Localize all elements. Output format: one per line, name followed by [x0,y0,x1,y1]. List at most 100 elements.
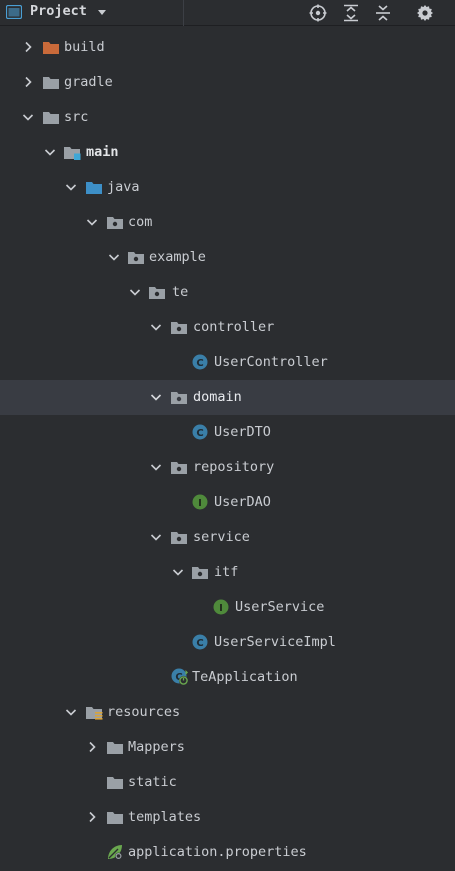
collapse-all-icon [376,5,390,21]
chevron-down-icon[interactable] [65,181,77,193]
folder-icon [43,112,59,124]
excluded-folder-icon [43,42,59,54]
folder-icon [107,777,123,789]
collapse-all-button[interactable] [373,3,393,23]
tree-node-com[interactable]: com [0,205,455,240]
tree-node-userdto[interactable]: C UserDTO [0,415,455,450]
project-view-title[interactable]: Project [30,3,87,19]
package-icon [171,322,187,334]
tree-node-gradle[interactable]: gradle [0,65,455,100]
tree-node-usercontroller[interactable]: C UserController [0,345,455,380]
tree-node-te[interactable]: te [0,275,455,310]
tree-node-label: main [86,144,119,160]
tree-node-label: java [107,179,140,195]
chevron-down-icon[interactable] [150,391,162,403]
chevron-down-icon[interactable] [96,6,108,18]
tree-node-resources[interactable]: resources [0,695,455,730]
tree-node-label: UserService [235,599,325,615]
tree-node-label: static [128,774,177,790]
tree-node-label: example [149,249,206,265]
class-icon: C [192,634,208,650]
tree-node-userdao[interactable]: I UserDAO [0,485,455,520]
tree-node-build[interactable]: build [0,30,455,65]
chevron-right-icon[interactable] [22,41,34,53]
package-icon [171,532,187,544]
tree-node-label: domain [193,389,242,405]
svg-text:I: I [198,498,202,509]
chevron-down-icon[interactable] [172,566,184,578]
tree-node-label: itf [214,564,239,580]
package-icon [128,252,144,264]
resources-folder-icon [86,707,103,720]
interface-icon: I [213,599,229,615]
sources-folder-icon [86,182,102,194]
svg-text:C: C [196,428,203,439]
settings-button[interactable] [415,3,435,23]
locate-button[interactable] [308,3,328,23]
tree-node-label: repository [193,459,275,475]
tree-node-label: com [128,214,153,230]
chevron-right-icon[interactable] [22,76,34,88]
source-root-module-icon [64,147,81,160]
expand-all-button[interactable] [341,3,361,23]
tree-node-example[interactable]: example [0,240,455,275]
panel-icon [6,5,22,19]
chevron-down-icon[interactable] [150,461,162,473]
chevron-right-icon[interactable] [86,741,98,753]
locate-icon [309,4,327,22]
tree-node-repository[interactable]: repository [0,450,455,485]
tree-node-static[interactable]: static [0,765,455,800]
tree-node-label: service [193,529,250,545]
tree-node-label: controller [193,319,275,335]
tree-node-java[interactable]: java [0,170,455,205]
tree-node-label: UserController [214,354,328,370]
tree-node-label: build [64,39,105,55]
tree-node-label: resources [107,704,181,720]
interface-icon: I [192,494,208,510]
tree-node-label: Mappers [128,739,185,755]
tree-node-main[interactable]: main [0,135,455,170]
tree-node-templates[interactable]: templates [0,800,455,835]
chevron-down-icon[interactable] [65,706,77,718]
tree-node-service[interactable]: service [0,520,455,555]
project-toolbar: Project [0,0,455,26]
tree-node-itf[interactable]: itf [0,555,455,590]
tree-node-label: UserServiceImpl [214,634,336,650]
chevron-down-icon[interactable] [44,146,56,158]
class-icon: C [192,354,208,370]
tree-node-mappers[interactable]: Mappers [0,730,455,765]
tree-node-userserviceimpl[interactable]: C UserServiceImpl [0,625,455,660]
folder-icon [107,812,123,824]
tree-node-application-properties[interactable]: application.properties [0,835,455,870]
package-icon [171,392,187,404]
expand-all-icon [344,4,358,22]
tree-node-userservice[interactable]: I UserService [0,590,455,625]
chevron-down-icon[interactable] [129,286,141,298]
chevron-down-icon[interactable] [86,216,98,228]
tree-node-label: gradle [64,74,113,90]
spring-boot-class-icon: C [171,668,189,686]
tree-node-domain[interactable]: domain [0,380,455,415]
tree-node-src[interactable]: src [0,100,455,135]
tree-node-label: templates [128,809,202,825]
package-icon [149,287,165,299]
chevron-down-icon[interactable] [150,531,162,543]
chevron-right-icon[interactable] [86,811,98,823]
folder-icon [107,742,123,754]
tree-node-label: application.properties [128,844,307,860]
tree-node-label: te [172,284,189,300]
tree-node-label: TeApplication [192,669,298,685]
chevron-down-icon[interactable] [22,111,34,123]
chevron-down-icon[interactable] [108,251,120,263]
gear-icon [417,5,433,21]
package-icon [192,567,208,579]
svg-text:C: C [196,638,203,649]
chevron-down-icon[interactable] [150,321,162,333]
tree-node-controller[interactable]: controller [0,310,455,345]
svg-text:I: I [219,603,223,614]
tree-node-label: src [64,109,89,125]
toolbar-divider [183,0,184,26]
spring-properties-icon [108,845,122,860]
tree-node-teapplication[interactable]: C TeApplication [0,660,455,695]
tree-node-label: UserDTO [214,424,271,440]
